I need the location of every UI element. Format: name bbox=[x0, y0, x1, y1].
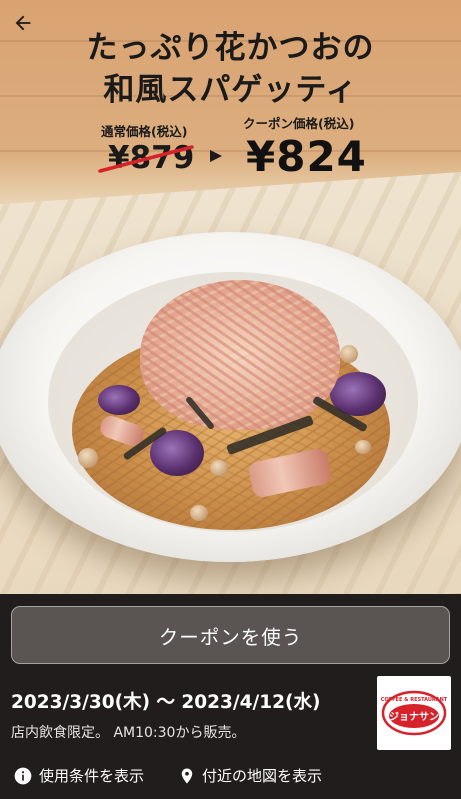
title-line-1: たっぷり花かつおの bbox=[86, 30, 375, 66]
coupon-price-label: クーポン価格(税込) bbox=[243, 116, 355, 131]
title-line-2: 和風スパゲッティ bbox=[103, 72, 358, 108]
validity-date-range: 2023/3/30(木) 〜 2023/4/12(水) bbox=[11, 692, 321, 713]
map-link-label: 付近の地図を表示 bbox=[202, 767, 323, 785]
terms-link[interactable]: 使用条件を表示 bbox=[13, 765, 144, 786]
eggplant-slice bbox=[98, 385, 140, 415]
terms-link-label: 使用条件を表示 bbox=[39, 767, 145, 785]
regular-price-label: 通常価格(税込) bbox=[101, 124, 188, 139]
triangle-right-icon bbox=[210, 150, 222, 162]
mushroom bbox=[340, 345, 358, 363]
svg-text:ジョナサン: ジョナサン bbox=[389, 711, 439, 723]
strikethrough-line bbox=[98, 145, 194, 173]
wood-grain bbox=[0, 150, 461, 152]
svg-text:COFFEE & RESTAURANT: COFFEE & RESTAURANT bbox=[381, 697, 447, 703]
jonathan-logo-graphic: COFFEE & RESTAURANT ジョナサン bbox=[381, 690, 447, 736]
brand-logo: COFFEE & RESTAURANT ジョナサン bbox=[377, 676, 451, 750]
validity-note: 店内飲食限定。 AM10:30から販売。 bbox=[11, 725, 246, 741]
coupon-price: ¥824 bbox=[246, 132, 367, 181]
mushroom bbox=[210, 460, 228, 476]
mushroom bbox=[190, 505, 208, 521]
info-icon bbox=[14, 767, 32, 784]
mushroom bbox=[355, 440, 371, 454]
map-link[interactable]: 付近の地図を表示 bbox=[178, 765, 322, 786]
use-coupon-button[interactable]: クーポンを使う bbox=[11, 606, 450, 664]
mushroom bbox=[78, 448, 98, 468]
bonito-flakes bbox=[140, 280, 340, 430]
location-pin-icon bbox=[181, 768, 193, 783]
